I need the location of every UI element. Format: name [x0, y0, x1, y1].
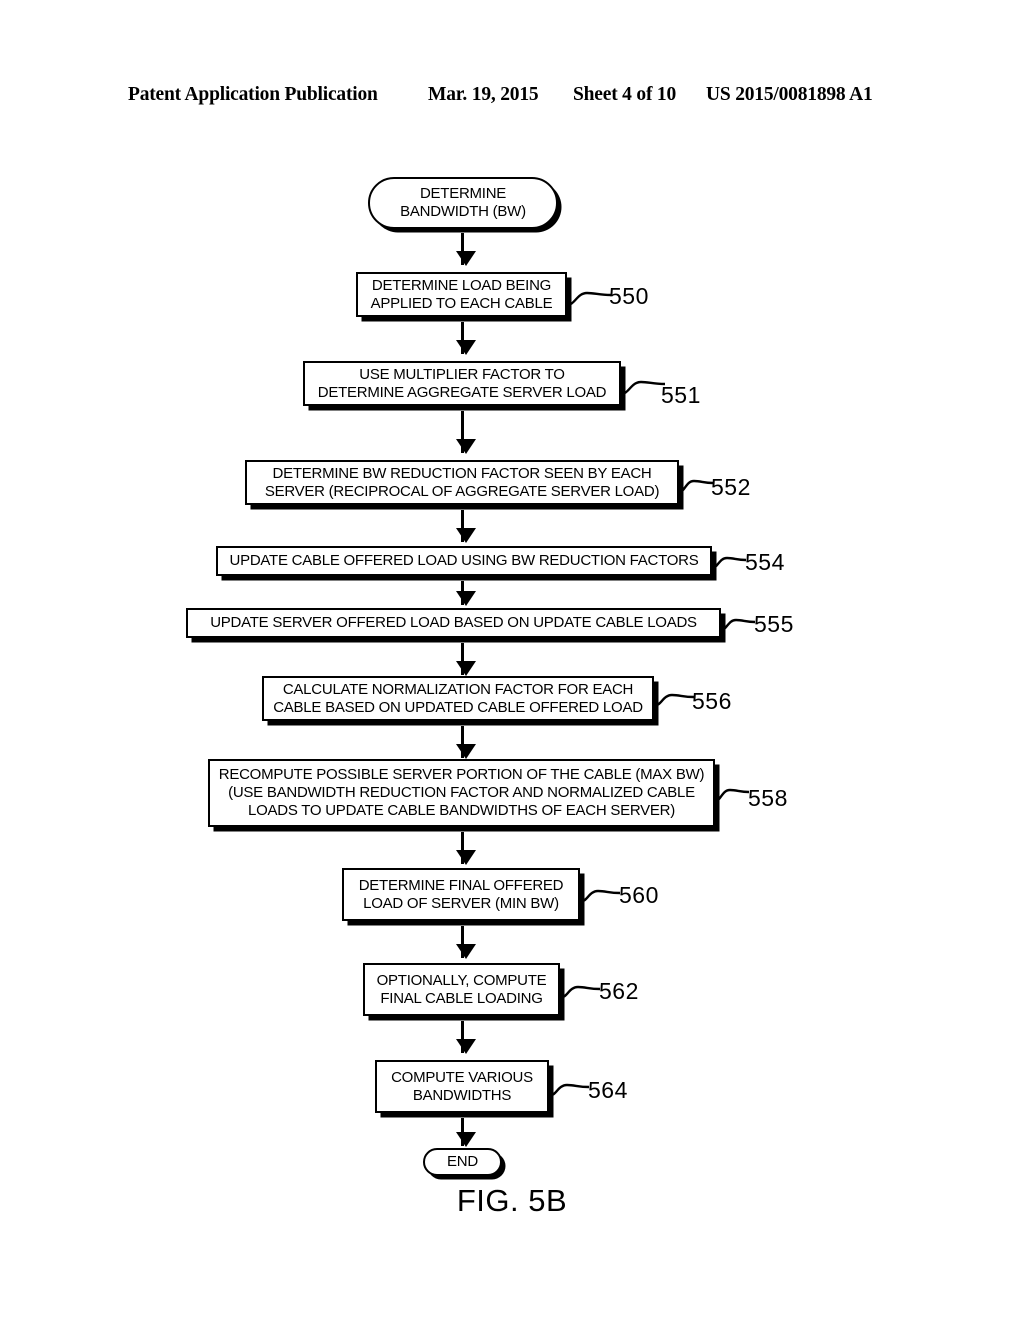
- ref-numeral-554: 554: [745, 549, 785, 575]
- ref-numeral-564: 564: [588, 1077, 628, 1103]
- flow-node-end: END: [423, 1148, 502, 1176]
- ref-numeral-552: 552: [711, 474, 751, 500]
- flow-node-555-label: UPDATE SERVER OFFERED LOAD BASED ON UPDA…: [210, 614, 697, 632]
- flow-node-550-label: DETERMINE LOAD BEING APPLIED TO EACH CABL…: [370, 276, 553, 312]
- flow-node-558-label: RECOMPUTE POSSIBLE SERVER PORTION OF THE…: [218, 766, 705, 819]
- flow-node-550: DETERMINE LOAD BEING APPLIED TO EACH CABL…: [356, 272, 567, 317]
- connector-562-to-564: [455, 1021, 476, 1054]
- figure-caption: FIG. 5B: [456, 1183, 568, 1218]
- flow-node-554: UPDATE CABLE OFFERED LOAD USING BW REDUC…: [216, 546, 712, 576]
- flowchart-diagram: DETERMINE BANDWIDTH (BW) DETERMINE LOAD B…: [0, 0, 1024, 1320]
- flow-node-551-label: USE MULTIPLIER FACTOR TO DETERMINE AGGREG…: [317, 365, 607, 401]
- flow-node-552: DETERMINE BW REDUCTION FACTOR SEEN BY EA…: [245, 460, 679, 505]
- flow-node-556: CALCULATE NORMALIZATION FACTOR FOR EACH C…: [262, 676, 654, 721]
- connector-556-to-558: [455, 726, 476, 759]
- flow-node-562-label: OPTIONALLY, COMPUTE FINAL CABLE LOADING: [376, 971, 547, 1007]
- flow-node-554-label: UPDATE CABLE OFFERED LOAD USING BW REDUC…: [229, 552, 699, 570]
- ref-numeral-550: 550: [609, 283, 649, 309]
- connector-start-to-550: [455, 233, 476, 266]
- connector-551-to-552: [455, 411, 476, 454]
- flow-node-start: DETERMINE BANDWIDTH (BW): [368, 177, 558, 229]
- connector-560-to-562: [455, 926, 476, 959]
- callout-leader-564: [548, 1083, 590, 1098]
- flow-node-start-label: DETERMINE BANDWIDTH (BW): [400, 185, 526, 220]
- flow-node-555: UPDATE SERVER OFFERED LOAD BASED ON UPDA…: [186, 608, 721, 638]
- flow-node-560-label: DETERMINE FINAL OFFERED LOAD OF SERVER (M…: [358, 876, 564, 912]
- ref-numeral-556: 556: [692, 688, 732, 714]
- callout-leader-562: [559, 985, 601, 1000]
- callout-leader-555: [720, 618, 756, 632]
- flow-node-end-label: END: [447, 1153, 478, 1171]
- callout-leader-560: [579, 889, 621, 904]
- connector-558-to-560: [455, 832, 476, 865]
- flow-node-551: USE MULTIPLIER FACTOR TO DETERMINE AGGREG…: [303, 361, 621, 406]
- flow-node-558: RECOMPUTE POSSIBLE SERVER PORTION OF THE…: [208, 759, 715, 827]
- callout-leader-550: [566, 291, 612, 307]
- connector-554-to-555: [455, 581, 476, 606]
- callout-leader-556: [653, 693, 695, 708]
- ref-numeral-555: 555: [754, 611, 794, 637]
- connector-564-to-end: [455, 1118, 476, 1147]
- callout-leader-551: [620, 380, 666, 396]
- callout-leader-552: [678, 479, 714, 494]
- flow-node-564: COMPUTE VARIOUS BANDWIDTHS: [375, 1060, 549, 1113]
- callout-leader-558: [714, 788, 750, 803]
- ref-numeral-558: 558: [748, 785, 788, 811]
- flow-node-556-label: CALCULATE NORMALIZATION FACTOR FOR EACH C…: [273, 680, 643, 716]
- ref-numeral-560: 560: [619, 882, 659, 908]
- flow-node-564-label: COMPUTE VARIOUS BANDWIDTHS: [391, 1068, 533, 1104]
- ref-numeral-562: 562: [599, 978, 639, 1004]
- connector-552-to-554: [455, 510, 476, 543]
- connector-555-to-556: [455, 643, 476, 676]
- flow-node-562: OPTIONALLY, COMPUTE FINAL CABLE LOADING: [363, 963, 560, 1016]
- flow-node-552-label: DETERMINE BW REDUCTION FACTOR SEEN BY EA…: [264, 464, 660, 500]
- flow-node-560: DETERMINE FINAL OFFERED LOAD OF SERVER (M…: [342, 868, 580, 921]
- callout-leader-554: [711, 556, 747, 570]
- ref-numeral-551: 551: [661, 382, 701, 408]
- connector-550-to-551: [455, 322, 476, 355]
